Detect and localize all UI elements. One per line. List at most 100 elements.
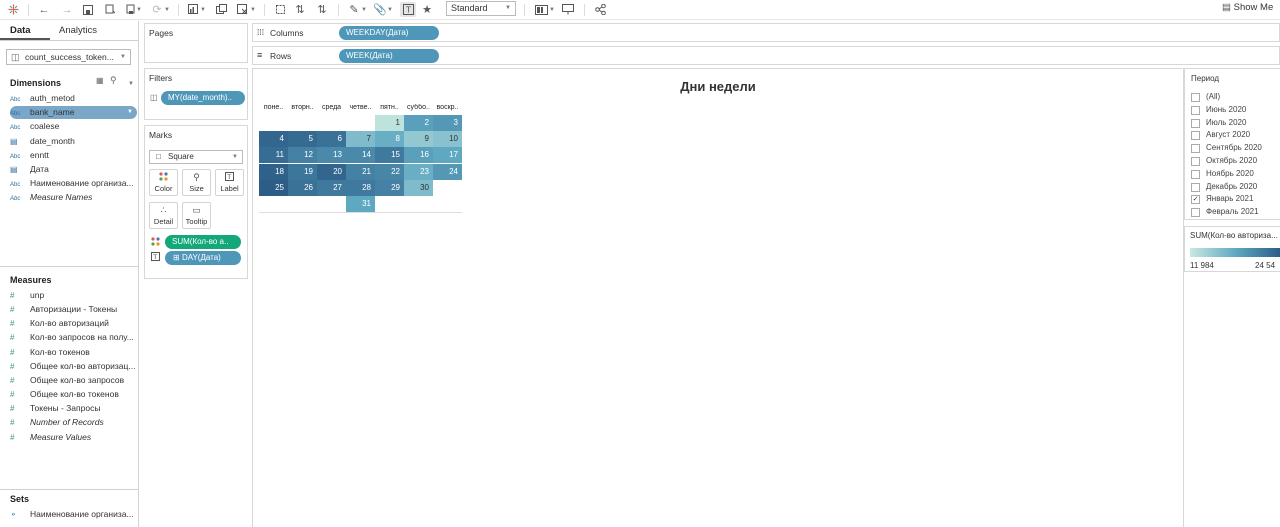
fit-select[interactable]: Standard ▼ (446, 1, 516, 16)
dimension-field[interactable]: Abc bank_name ▼ (10, 106, 137, 120)
heatmap-cell[interactable]: 29 (375, 179, 404, 196)
heatmap-cell[interactable]: 26 (288, 179, 317, 196)
filter-option-label[interactable]: Август 2020 (1206, 130, 1250, 139)
filters-card[interactable]: Filters ◫ MY(date_month).. (144, 68, 248, 120)
heatmap-cell[interactable]: 17 (433, 147, 462, 164)
tab-analytics[interactable]: Analytics (59, 25, 97, 36)
fix-axes-icon[interactable]: ★ (420, 2, 434, 17)
label-button[interactable]: T Label (215, 169, 244, 196)
filter-option-label[interactable]: Июль 2020 (1206, 118, 1246, 127)
redo-icon[interactable]: → (60, 2, 74, 17)
filter-checkbox[interactable] (1191, 182, 1200, 192)
heatmap-cell[interactable]: 2 (404, 115, 433, 131)
heatmap-cell[interactable]: 16 (404, 147, 433, 164)
dimension-field[interactable]: ▤ Дата (10, 163, 138, 176)
filter-pill[interactable]: MY(date_month).. (161, 91, 245, 105)
measure-field[interactable]: # Общее кол-во токенов (10, 388, 138, 401)
heatmap-cell[interactable]: 7 (346, 131, 375, 148)
refresh-icon[interactable]: ⟳ (150, 2, 164, 17)
dimension-field[interactable]: Abc auth_metod (10, 92, 138, 105)
filter-option-label[interactable]: Ноябрь 2020 (1206, 169, 1254, 178)
filter-checkbox[interactable] (1191, 157, 1200, 166)
filter-checkbox[interactable]: ✓ (1191, 195, 1200, 205)
measure-field[interactable]: # Number of Records (10, 416, 138, 429)
size-button[interactable]: ⚲ Size (182, 169, 211, 196)
label-pill[interactable]: ⊞ DAY(Дата) (165, 251, 241, 265)
measure-field[interactable]: # Кол-во авторизаций (10, 317, 138, 330)
measure-field[interactable]: # Measure Values (10, 431, 138, 444)
heatmap-cell[interactable]: 23 (404, 163, 433, 180)
filter-checkbox[interactable] (1191, 118, 1200, 128)
save-icon[interactable] (81, 2, 95, 17)
columns-shelf[interactable]: ⁞⁞⁞ Columns WEEKDAY(Дата) (252, 23, 1280, 42)
rows-shelf[interactable]: ≡ Rows WEEK(Дата) (252, 46, 1280, 65)
filter-option-label[interactable]: Сентябрь 2020 (1206, 143, 1262, 152)
measure-field[interactable]: # Авторизации - Токены (10, 303, 138, 316)
tooltip-button[interactable]: ▭ Tooltip (182, 202, 211, 229)
group-members-icon[interactable]: 📎 (373, 2, 387, 17)
dimension-field[interactable]: ▤ date_month (10, 135, 138, 148)
rows-pill[interactable]: WEEK(Дата) (339, 49, 439, 63)
measure-field[interactable]: # Кол-во запросов на полу... (10, 331, 138, 344)
heatmap-cell[interactable]: 5 (288, 131, 317, 148)
heatmap-cell[interactable]: 20 (317, 163, 346, 180)
filter-option-label[interactable]: Декабрь 2020 (1206, 182, 1257, 191)
color-pill[interactable]: SUM(Кол-во а.. (165, 235, 241, 249)
filter-checkbox[interactable] (1191, 208, 1200, 218)
show-mark-labels-icon[interactable]: T (400, 2, 416, 17)
datasource-select[interactable]: ◫ count_success_token... ▼ (6, 49, 131, 65)
heatmap-cell[interactable]: 28 (346, 179, 375, 196)
share-icon[interactable] (593, 2, 607, 17)
heatmap-cell[interactable]: 21 (346, 163, 375, 180)
heatmap-cell[interactable]: 6 (317, 131, 346, 148)
filter-checkbox[interactable] (1191, 93, 1200, 102)
heatmap-cell[interactable]: 3 (433, 115, 462, 131)
dimension-field[interactable]: Abc Measure Names (10, 191, 138, 204)
tab-data[interactable]: Data (10, 25, 31, 36)
heatmap-cell[interactable]: 12 (288, 147, 317, 164)
sort-descending-icon[interactable]: ⇅ (315, 2, 329, 17)
duplicate-icon[interactable] (214, 2, 228, 17)
measure-field[interactable]: # Токены - Запросы (10, 402, 138, 415)
show-me-button[interactable]: ▤ Show Me (1222, 2, 1273, 13)
new-datasource-icon[interactable] (103, 2, 117, 17)
heatmap-cell[interactable]: 25 (259, 179, 288, 196)
filter-option-label[interactable]: Февраль 2021 (1206, 207, 1259, 216)
heatmap-cell[interactable]: 13 (317, 147, 346, 164)
sort-ascending-icon[interactable]: ⇅ (293, 2, 307, 17)
heatmap-cell[interactable]: 18 (259, 163, 288, 180)
filter-checkbox[interactable] (1191, 169, 1200, 179)
presentation-mode-icon[interactable] (561, 2, 575, 17)
highlight-icon[interactable]: ✎ (347, 2, 361, 17)
filter-checkbox[interactable] (1191, 105, 1200, 115)
mark-type-select[interactable]: □ Square ▼ (149, 150, 243, 164)
filter-option-label[interactable]: Июнь 2020 (1206, 105, 1246, 114)
heatmap-cell[interactable]: 19 (288, 163, 317, 180)
clear-sheet-icon[interactable] (235, 2, 249, 17)
dimension-field[interactable]: Abc Наименование организа... (10, 177, 138, 190)
measure-field[interactable]: # Общее кол-во запросов (10, 374, 138, 387)
view-options-icon[interactable]: ▦ (96, 76, 104, 85)
filter-option-label[interactable]: Январь 2021 (1206, 194, 1253, 203)
dimension-field[interactable]: Abc enntt (10, 149, 138, 162)
heatmap-cell[interactable]: 11 (259, 147, 288, 164)
undo-icon[interactable]: ← (37, 2, 51, 17)
heatmap-cell[interactable]: 24 (433, 163, 462, 180)
dimensions-menu-chevron-icon[interactable]: ▼ (128, 77, 134, 87)
measure-field[interactable]: # Кол-во токенов (10, 346, 138, 359)
heatmap-cell[interactable]: 4 (259, 131, 288, 148)
color-button[interactable]: Color (149, 169, 178, 196)
filter-checkbox[interactable] (1191, 131, 1200, 141)
heatmap-cell[interactable]: 31 (346, 196, 375, 212)
heatmap-cell[interactable]: 15 (375, 147, 404, 164)
dimension-field[interactable]: Abc coalese (10, 120, 138, 133)
filter-option-label[interactable]: (All) (1206, 92, 1220, 101)
heatmap-cell[interactable]: 9 (404, 131, 433, 148)
filter-checkbox[interactable] (1191, 144, 1200, 154)
measure-field[interactable]: # unp (10, 289, 138, 302)
heatmap-cell[interactable]: 14 (346, 147, 375, 164)
heatmap-cell[interactable]: 10 (433, 131, 462, 148)
chevron-down-icon[interactable]: ▼ (127, 106, 133, 119)
show-cards-icon[interactable] (533, 2, 549, 17)
heatmap-cell[interactable]: 30 (404, 179, 433, 196)
